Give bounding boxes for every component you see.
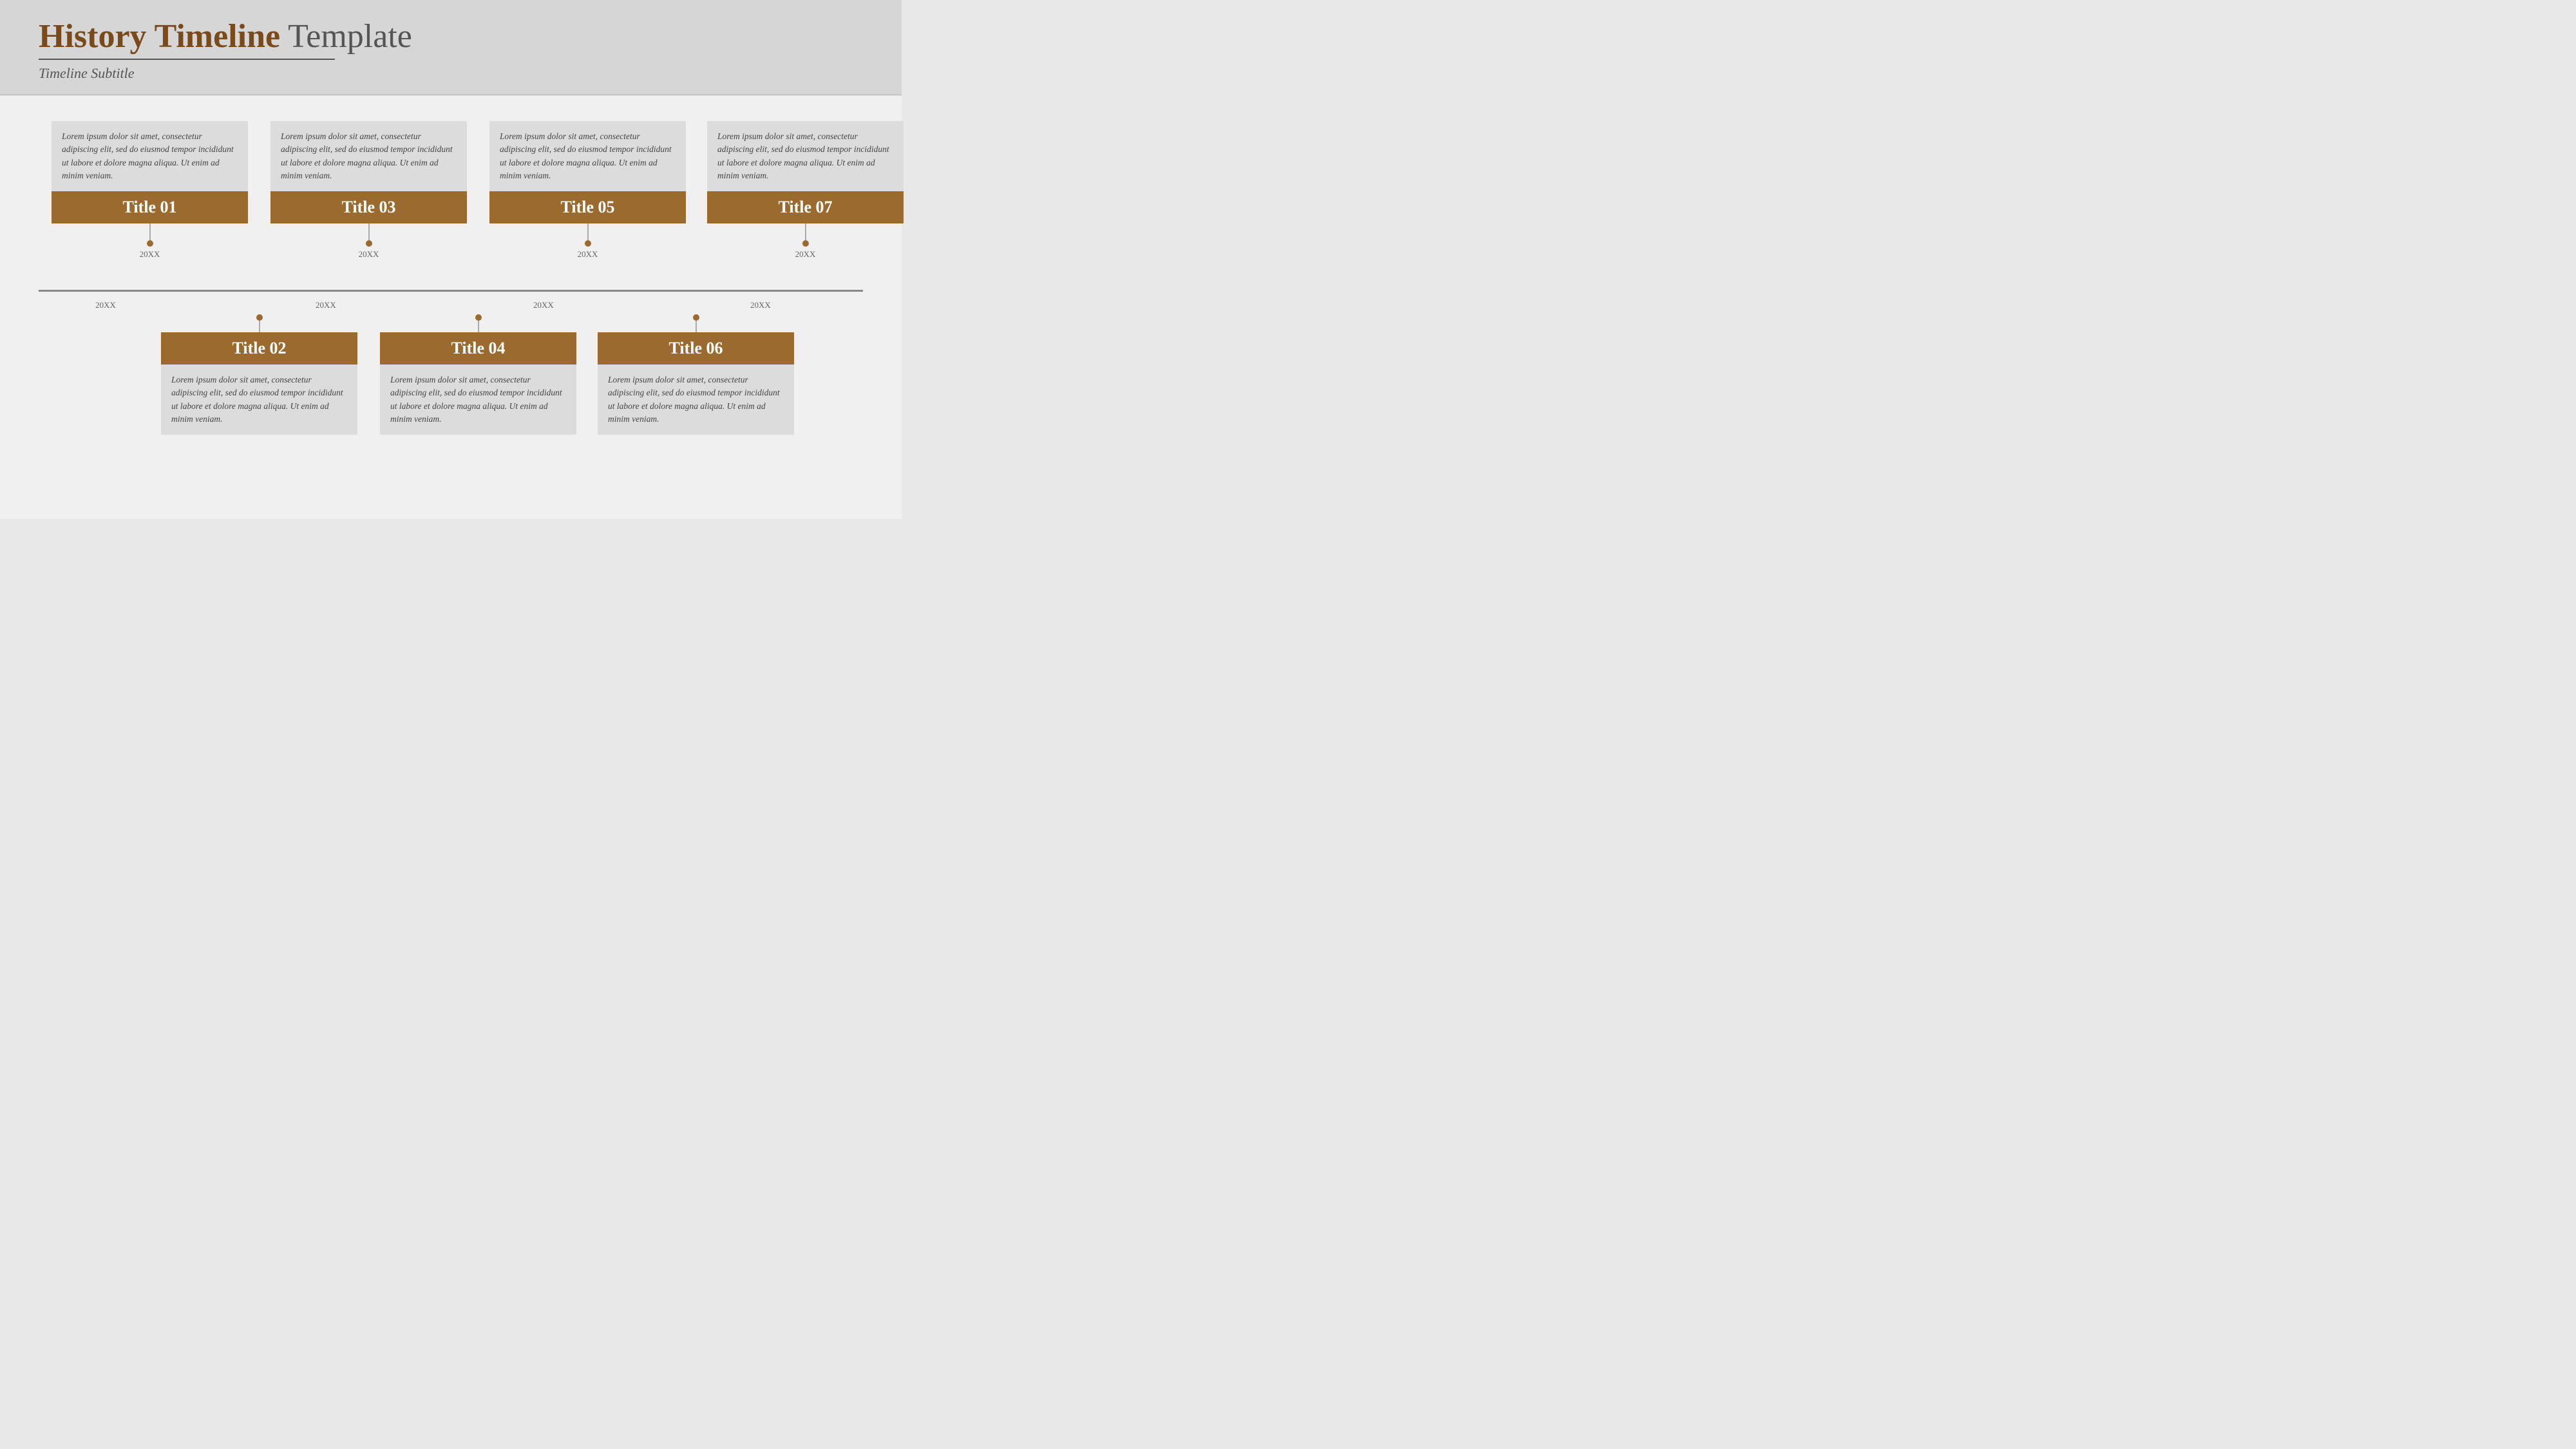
top-item-3: Lorem ipsum dolor sit amet, consectetur …: [270, 121, 467, 260]
card-title-4: Title 04: [380, 332, 576, 365]
card-box-7: Lorem ipsum dolor sit amet, consectetur …: [707, 121, 904, 223]
title-bold: History Timeline: [39, 18, 280, 55]
card-text-3: Lorem ipsum dolor sit amet, consectetur …: [270, 121, 467, 191]
top-item-7: Lorem ipsum dolor sit amet, consectetur …: [707, 121, 904, 260]
bottom-item-6: Title 06 Lorem ipsum dolor sit amet, con…: [598, 314, 794, 435]
dot-2: [256, 314, 263, 321]
subtitle: Timeline Subtitle: [39, 65, 863, 82]
dot-5: [585, 240, 591, 247]
main-title: History Timeline Template: [39, 18, 863, 55]
bottom-item-4: Title 04 Lorem ipsum dolor sit amet, con…: [380, 314, 576, 435]
card-text-5: Lorem ipsum dolor sit amet, consectetur …: [489, 121, 686, 191]
card-title-1: Title 01: [52, 191, 248, 223]
year-bottom-1: 20XX: [95, 300, 116, 310]
year-label-5: 20XX: [489, 249, 686, 260]
top-item-5: Lorem ipsum dolor sit amet, consectetur …: [489, 121, 686, 260]
header: History Timeline Template Timeline Subti…: [0, 0, 902, 95]
card-text-7: Lorem ipsum dolor sit amet, consectetur …: [707, 121, 904, 191]
title-divider: [39, 59, 335, 60]
connector-2: [259, 321, 260, 332]
dot-3: [366, 240, 372, 247]
card-text-4: Lorem ipsum dolor sit amet, consectetur …: [380, 365, 576, 435]
card-text-6: Lorem ipsum dolor sit amet, consectetur …: [598, 365, 794, 435]
card-text-1: Lorem ipsum dolor sit amet, consectetur …: [52, 121, 248, 191]
dot-7: [802, 240, 809, 247]
connector-7: [805, 223, 806, 240]
card-title-3: Title 03: [270, 191, 467, 223]
card-box-4: Title 04 Lorem ipsum dolor sit amet, con…: [380, 332, 576, 435]
connector-6: [696, 321, 697, 332]
connector-4: [478, 321, 479, 332]
dot-4: [475, 314, 482, 321]
connector-5: [587, 223, 589, 240]
year-label-3: 20XX: [270, 249, 467, 260]
title-light: Template: [280, 18, 412, 55]
timeline-container: Lorem ipsum dolor sit amet, consectetur …: [39, 121, 863, 482]
connector-1: [149, 223, 151, 240]
card-box-2: Title 02 Lorem ipsum dolor sit amet, con…: [161, 332, 357, 435]
year-label-7: 20XX: [707, 249, 904, 260]
card-title-7: Title 07: [707, 191, 904, 223]
dot-1: [147, 240, 153, 247]
card-box-5: Lorem ipsum dolor sit amet, consectetur …: [489, 121, 686, 223]
year-bottom-4: 20XX: [750, 300, 771, 310]
bottom-item-2: Title 02 Lorem ipsum dolor sit amet, con…: [161, 314, 357, 435]
dot-6: [693, 314, 699, 321]
top-item-1: Lorem ipsum dolor sit amet, consectetur …: [52, 121, 248, 260]
card-box-1: Lorem ipsum dolor sit amet, consectetur …: [52, 121, 248, 223]
card-title-2: Title 02: [161, 332, 357, 365]
year-bottom-2: 20XX: [316, 300, 336, 310]
main-content: Lorem ipsum dolor sit amet, consectetur …: [0, 95, 902, 519]
card-title-6: Title 06: [598, 332, 794, 365]
card-text-2: Lorem ipsum dolor sit amet, consectetur …: [161, 365, 357, 435]
card-title-5: Title 05: [489, 191, 686, 223]
year-label-1: 20XX: [52, 249, 248, 260]
connector-3: [368, 223, 370, 240]
timeline-line: [39, 290, 863, 292]
card-box-3: Lorem ipsum dolor sit amet, consectetur …: [270, 121, 467, 223]
year-bottom-3: 20XX: [533, 300, 554, 310]
card-box-6: Title 06 Lorem ipsum dolor sit amet, con…: [598, 332, 794, 435]
